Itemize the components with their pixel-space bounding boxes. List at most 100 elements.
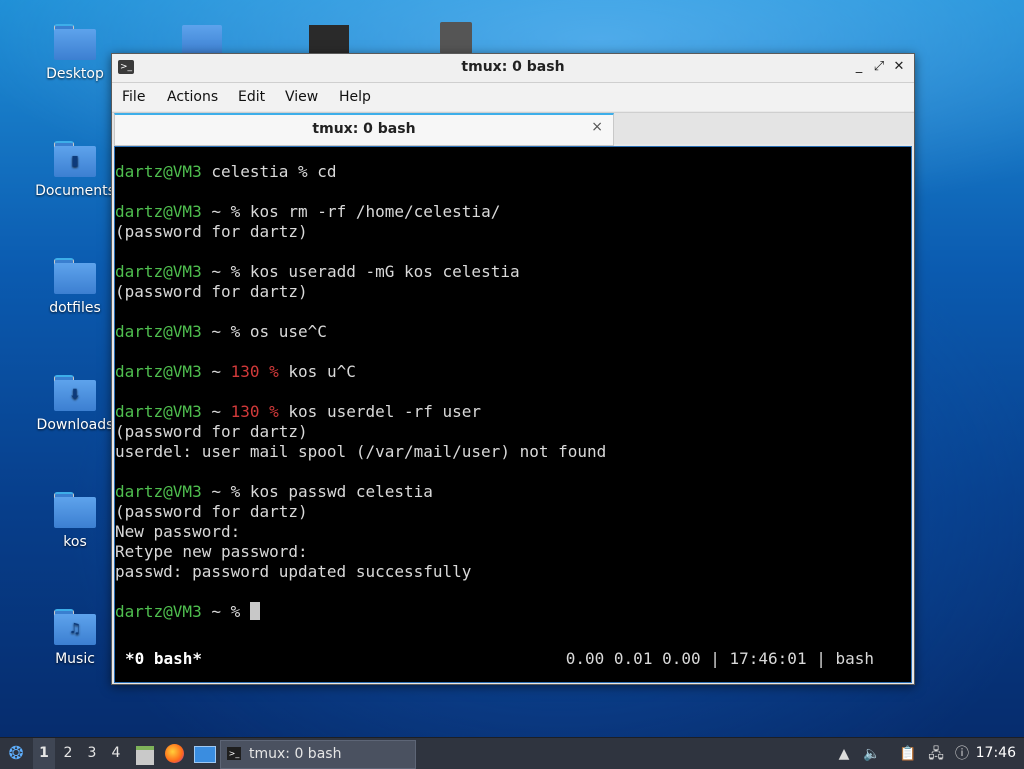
network-icon[interactable]: 🖧 bbox=[926, 744, 946, 764]
prompt-command: kos rm -rf /home/celestia/ bbox=[249, 202, 501, 221]
window-titlebar[interactable]: >_ tmux: 0 bash _ ⤢ ✕ bbox=[112, 54, 914, 83]
desktop-icon-label: Documents bbox=[35, 183, 115, 199]
prompt-user: dartz@VM3 bbox=[115, 602, 202, 621]
update-icon[interactable]: ⓘ bbox=[952, 744, 972, 764]
desktop-icon-label: Downloads bbox=[36, 417, 114, 433]
menu-bar: File Actions Edit View Help bbox=[112, 83, 914, 111]
terminal-prompt-line: dartz@VM3 ~ 130 % kos userdel -rf user bbox=[115, 402, 606, 422]
prompt-dir: ~ bbox=[201, 262, 231, 281]
folder-icon bbox=[54, 492, 96, 528]
prompt-dir: celestia bbox=[201, 162, 299, 181]
desktop-icon-dotfiles[interactable]: dotfiles bbox=[35, 258, 115, 316]
prompt-symbol: % bbox=[230, 202, 250, 221]
volume-icon[interactable]: 🔈 bbox=[862, 744, 882, 764]
prompt-command: os use^C bbox=[249, 322, 327, 341]
desktop-icon-music[interactable]: ♫ Music bbox=[35, 609, 115, 667]
tab-close-icon[interactable]: × bbox=[591, 119, 603, 135]
prompt-command: cd bbox=[317, 162, 337, 181]
workspace-1[interactable]: 1 bbox=[33, 738, 55, 769]
terminal-area[interactable]: dartz@VM3 celestia % cd dartz@VM3 ~ % kos… bbox=[114, 146, 912, 683]
desktop-icon-label: Music bbox=[55, 651, 95, 667]
desktop-icon-partial[interactable] bbox=[440, 22, 472, 54]
tab-bar: tmux: 0 bash × bbox=[112, 112, 914, 146]
downloads-folder-icon: ⬇ bbox=[54, 375, 96, 411]
folder-icon bbox=[54, 24, 96, 60]
desktop-icon-desktop[interactable]: Desktop bbox=[35, 24, 115, 82]
terminal-output-line: (password for dartz) bbox=[115, 502, 308, 521]
app-menu-button[interactable]: ❂ bbox=[4, 738, 28, 769]
terminal-window: >_ tmux: 0 bash _ ⤢ ✕ File Actions Edit … bbox=[111, 53, 915, 685]
workspace-2[interactable]: 2 bbox=[57, 738, 79, 769]
tab-tmux[interactable]: tmux: 0 bash × bbox=[114, 113, 614, 146]
prompt-user: dartz@VM3 bbox=[115, 202, 202, 221]
prompt-command: kos passwd celestia bbox=[249, 482, 433, 501]
desktop-icon-label: dotfiles bbox=[49, 300, 101, 316]
prompt-user: dartz@VM3 bbox=[115, 362, 202, 381]
terminal-output-line: (password for dartz) bbox=[115, 222, 308, 241]
prompt-user: dartz@VM3 bbox=[115, 262, 202, 281]
terminal-output-line: (password for dartz) bbox=[115, 422, 308, 441]
tray-up-icon[interactable]: ▲ bbox=[834, 744, 854, 764]
terminal-output: dartz@VM3 celestia % cd dartz@VM3 ~ % kos… bbox=[115, 162, 606, 622]
minimize-button[interactable]: _ bbox=[850, 58, 868, 76]
desktop-icon-partial[interactable] bbox=[309, 25, 349, 55]
menu-help[interactable]: Help bbox=[339, 89, 371, 105]
desktop-icon-documents[interactable]: ▮ Documents bbox=[35, 141, 115, 199]
firefox-launcher-icon[interactable] bbox=[163, 738, 187, 769]
prompt-symbol: % bbox=[230, 322, 250, 341]
prompt-dir: ~ bbox=[201, 402, 231, 421]
prompt-dir: ~ bbox=[201, 482, 231, 501]
desktop-icon-label: kos bbox=[63, 534, 87, 550]
desktop-icon-downloads[interactable]: ⬇ Downloads bbox=[35, 375, 115, 433]
prompt-dir: ~ bbox=[201, 362, 231, 381]
menu-actions[interactable]: Actions bbox=[167, 89, 218, 105]
clock[interactable]: 17:46 bbox=[976, 738, 1016, 769]
file-manager-launcher-icon[interactable] bbox=[134, 738, 156, 769]
close-button[interactable]: ✕ bbox=[890, 58, 908, 76]
workspace-4[interactable]: 4 bbox=[105, 738, 127, 769]
menu-view[interactable]: View bbox=[285, 89, 318, 105]
terminal-output-line: New password: bbox=[115, 522, 241, 541]
music-folder-icon: ♫ bbox=[54, 609, 96, 645]
terminal-output-line: (password for dartz) bbox=[115, 282, 308, 301]
prompt-exit-code: 130 % bbox=[230, 402, 289, 421]
prompt-symbol: % bbox=[230, 262, 250, 281]
terminal-prompt-line: dartz@VM3 ~ % bbox=[115, 602, 606, 622]
taskbar-task-tmux[interactable]: >_ tmux: 0 bash bbox=[220, 740, 416, 769]
prompt-command: kos userdel -rf user bbox=[288, 402, 482, 421]
menu-edit[interactable]: Edit bbox=[238, 89, 265, 105]
desktop-launcher-icon[interactable] bbox=[192, 738, 216, 769]
desktop-icon-label: Desktop bbox=[46, 66, 104, 82]
prompt-dir: ~ bbox=[201, 322, 231, 341]
prompt-user: dartz@VM3 bbox=[115, 322, 202, 341]
prompt-user: dartz@VM3 bbox=[115, 162, 202, 181]
desktop-icon-partial[interactable] bbox=[182, 25, 222, 55]
clipboard-icon[interactable]: 📋 bbox=[898, 744, 918, 764]
task-label: tmux: 0 bash bbox=[249, 746, 342, 762]
prompt-symbol: % bbox=[230, 602, 250, 621]
terminal-task-icon: >_ bbox=[227, 747, 241, 760]
terminal-prompt-line: dartz@VM3 ~ 130 % kos u^C bbox=[115, 362, 606, 382]
prompt-command: kos u^C bbox=[288, 362, 356, 381]
prompt-dir: ~ bbox=[201, 602, 231, 621]
maximize-button[interactable]: ⤢ bbox=[870, 58, 888, 76]
folder-icon bbox=[54, 258, 96, 294]
tab-label: tmux: 0 bash bbox=[312, 121, 416, 137]
desktop-icon-kos[interactable]: kos bbox=[35, 492, 115, 550]
prompt-command: kos useradd -mG kos celestia bbox=[249, 262, 520, 281]
terminal-prompt-line: dartz@VM3 ~ % kos rm -rf /home/celestia/ bbox=[115, 202, 606, 222]
menu-file[interactable]: File bbox=[122, 89, 145, 105]
tmux-window-list: *0 bash* bbox=[125, 649, 203, 668]
workspace-3[interactable]: 3 bbox=[81, 738, 103, 769]
terminal-prompt-line: dartz@VM3 ~ % kos useradd -mG kos celest… bbox=[115, 262, 606, 282]
prompt-dir: ~ bbox=[201, 202, 231, 221]
taskbar: ❂ 1 2 3 4 >_ tmux: 0 bash ▲ 🔈 📋 🖧 ⓘ 17:4… bbox=[0, 737, 1024, 769]
prompt-symbol: % bbox=[230, 482, 250, 501]
documents-folder-icon: ▮ bbox=[54, 141, 96, 177]
